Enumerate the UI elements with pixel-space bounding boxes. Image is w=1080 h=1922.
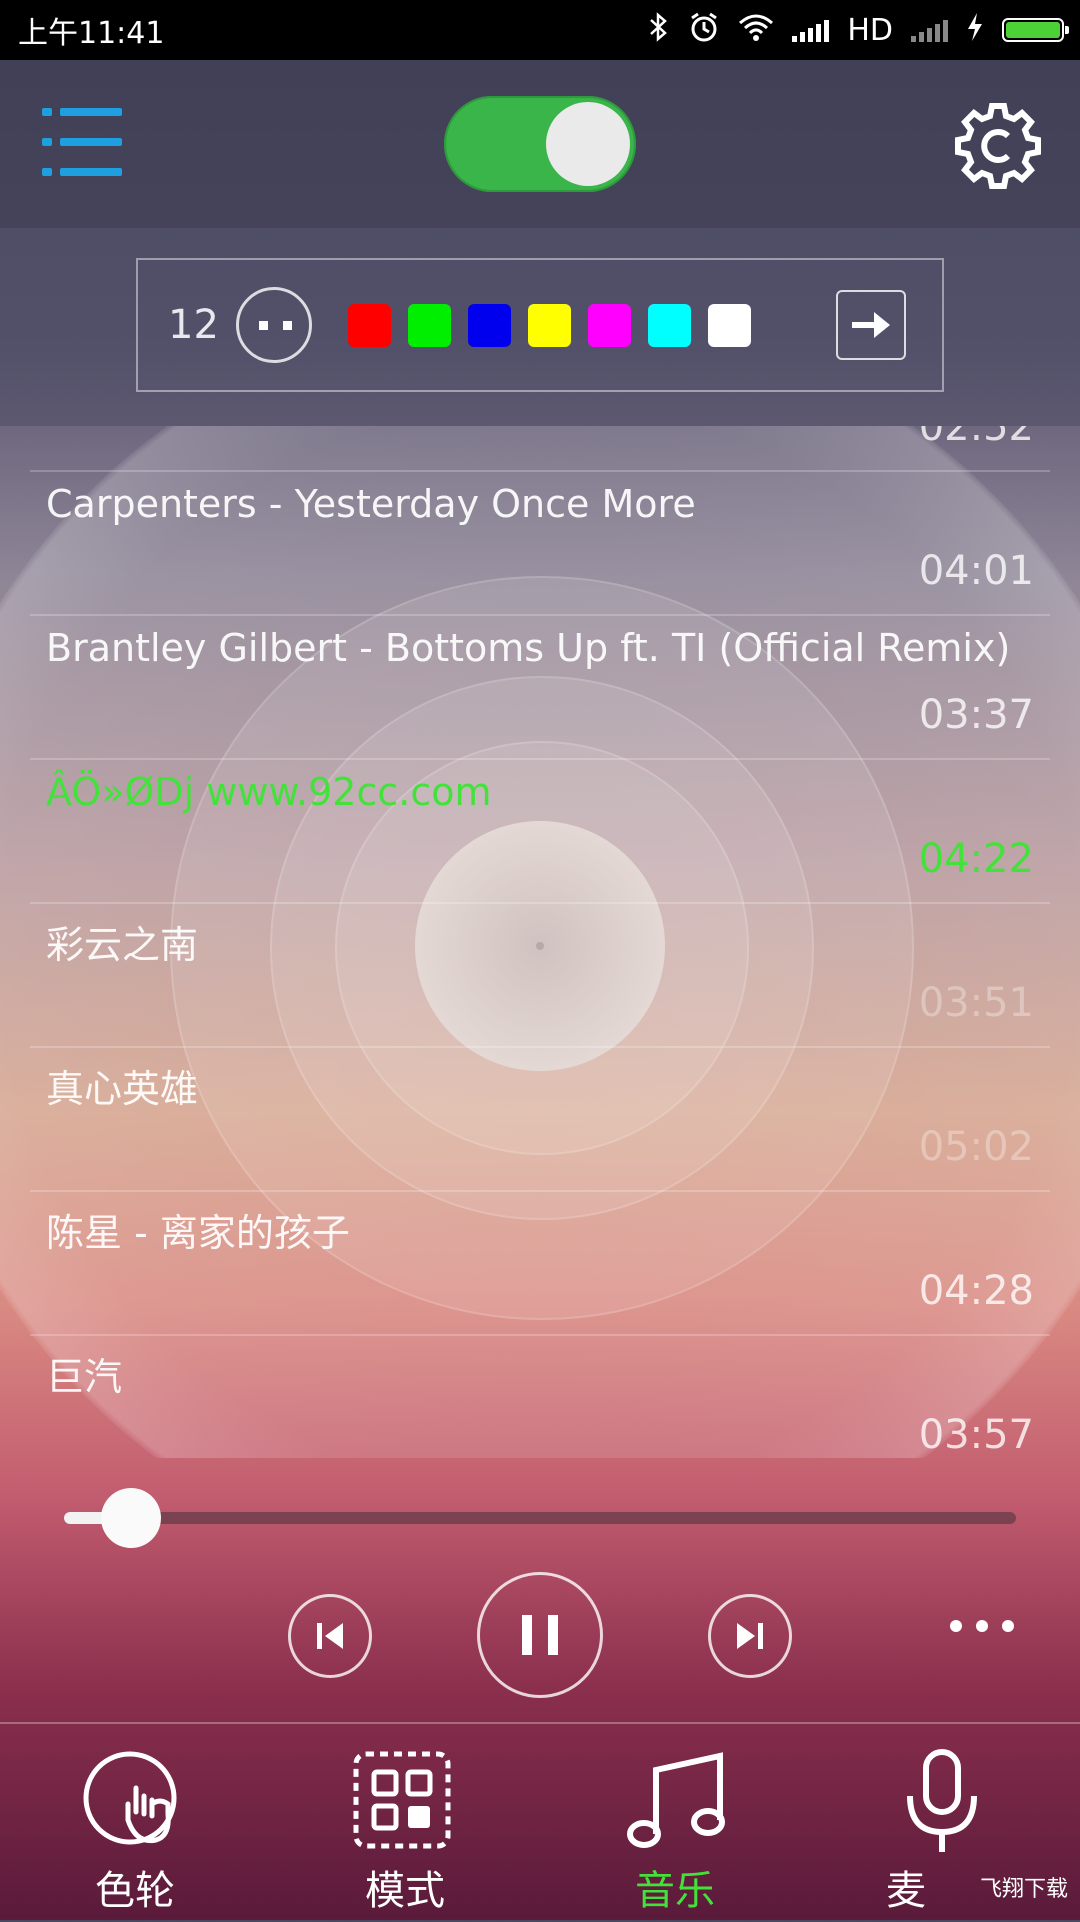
watermark: 飞翔下载	[979, 1877, 1068, 1902]
menu-icon[interactable]	[42, 108, 122, 178]
nav-mode[interactable]: 模式	[270, 1724, 540, 1922]
toggle-knob	[546, 102, 630, 186]
song-item-playing[interactable]: ÂÖ»ØDj www.92cc.com 04:22	[30, 760, 1050, 904]
song-title: 陈星 - 离家的孩子	[46, 1211, 350, 1255]
song-item[interactable]: 陈星 - 离家的孩子 04:28	[30, 1192, 1050, 1336]
song-title: Carpenters - Yesterday Once More	[46, 482, 696, 526]
song-duration: 02:52	[918, 426, 1034, 450]
song-item[interactable]: 彩云之南 03:51	[30, 904, 1050, 1048]
alarm-icon	[688, 11, 720, 50]
song-title: ÂÖ»ØDj www.92cc.com	[46, 770, 492, 814]
song-item[interactable]: 02:52	[30, 426, 1050, 472]
song-item[interactable]: Carpenters - Yesterday Once More 04:01	[30, 472, 1050, 616]
song-item[interactable]: Brantley Gilbert - Bottoms Up ft. TI (Of…	[30, 616, 1050, 760]
color-swatch-yellow[interactable]	[528, 303, 571, 347]
song-title: 彩云之南	[46, 923, 199, 967]
nav-label: 色轮	[95, 1868, 175, 1914]
song-duration: 04:22	[918, 836, 1034, 882]
song-title: 真心英雄	[46, 1067, 199, 1111]
microphone-icon	[907, 1749, 977, 1852]
color-swatch-cyan[interactable]	[648, 303, 691, 347]
previous-button[interactable]	[288, 1594, 372, 1678]
wifi-icon	[738, 13, 774, 48]
status-time: 上午11:41	[18, 16, 165, 51]
gear-icon[interactable]	[952, 100, 1044, 192]
song-duration: 03:57	[918, 1412, 1034, 1458]
nav-label: 模式	[365, 1868, 445, 1914]
song-list[interactable]: 02:52 Carpenters - Yesterday Once More 0…	[30, 426, 1050, 1458]
song-item[interactable]: 巨汽 03:57	[30, 1336, 1050, 1458]
nav-music[interactable]: 音乐	[540, 1724, 810, 1922]
color-swatch-green[interactable]	[408, 303, 451, 347]
song-title: 巨汽	[46, 1355, 123, 1399]
color-swatches	[348, 303, 751, 347]
bluetooth-icon	[648, 11, 670, 49]
music-note-icon	[627, 1752, 725, 1848]
song-duration: 03:37	[918, 692, 1034, 738]
song-duration: 04:01	[918, 548, 1034, 594]
song-duration: 05:02	[918, 1124, 1034, 1170]
signal-icon	[792, 18, 830, 42]
nav-color-wheel[interactable]: 色轮	[0, 1724, 270, 1922]
power-toggle[interactable]	[444, 96, 636, 192]
color-swatch-magenta[interactable]	[588, 303, 631, 347]
song-item[interactable]: 真心英雄 05:02	[30, 1048, 1050, 1192]
dots-button[interactable]	[236, 287, 312, 363]
next-button[interactable]	[708, 1594, 792, 1678]
next-color-button[interactable]	[836, 290, 906, 360]
song-duration: 03:51	[918, 980, 1034, 1026]
status-bar: 上午11:41 HD	[0, 0, 1080, 60]
signal-weak-icon	[911, 18, 948, 42]
status-icons: HD	[648, 11, 1069, 50]
network-type: HD	[847, 12, 893, 48]
pause-button[interactable]	[477, 1572, 603, 1698]
playback-progress-slider[interactable]	[64, 1488, 1016, 1548]
color-swatch-red[interactable]	[348, 303, 391, 347]
nav-label: 音乐	[635, 1868, 715, 1914]
song-duration: 04:28	[918, 1268, 1034, 1314]
skip-previous-icon	[317, 1623, 343, 1649]
color-bar: 12	[136, 258, 944, 392]
color-swatch-white[interactable]	[708, 303, 751, 347]
more-icon[interactable]	[950, 1620, 1014, 1632]
color-swatch-blue[interactable]	[468, 303, 511, 347]
skip-next-icon	[737, 1623, 763, 1649]
song-title: Brantley Gilbert - Bottoms Up ft. TI (Of…	[46, 626, 1011, 670]
mode-grid-icon	[353, 1751, 451, 1849]
charging-icon	[966, 12, 984, 49]
arrow-right-icon	[852, 312, 890, 338]
pause-icon	[522, 1615, 558, 1655]
speed-value: 12	[168, 302, 219, 348]
color-bar-area: 12	[0, 228, 1080, 426]
color-wheel-icon	[83, 1751, 177, 1845]
top-bar	[0, 60, 1080, 228]
battery-icon	[1002, 18, 1069, 42]
progress-thumb[interactable]	[100, 1488, 161, 1548]
